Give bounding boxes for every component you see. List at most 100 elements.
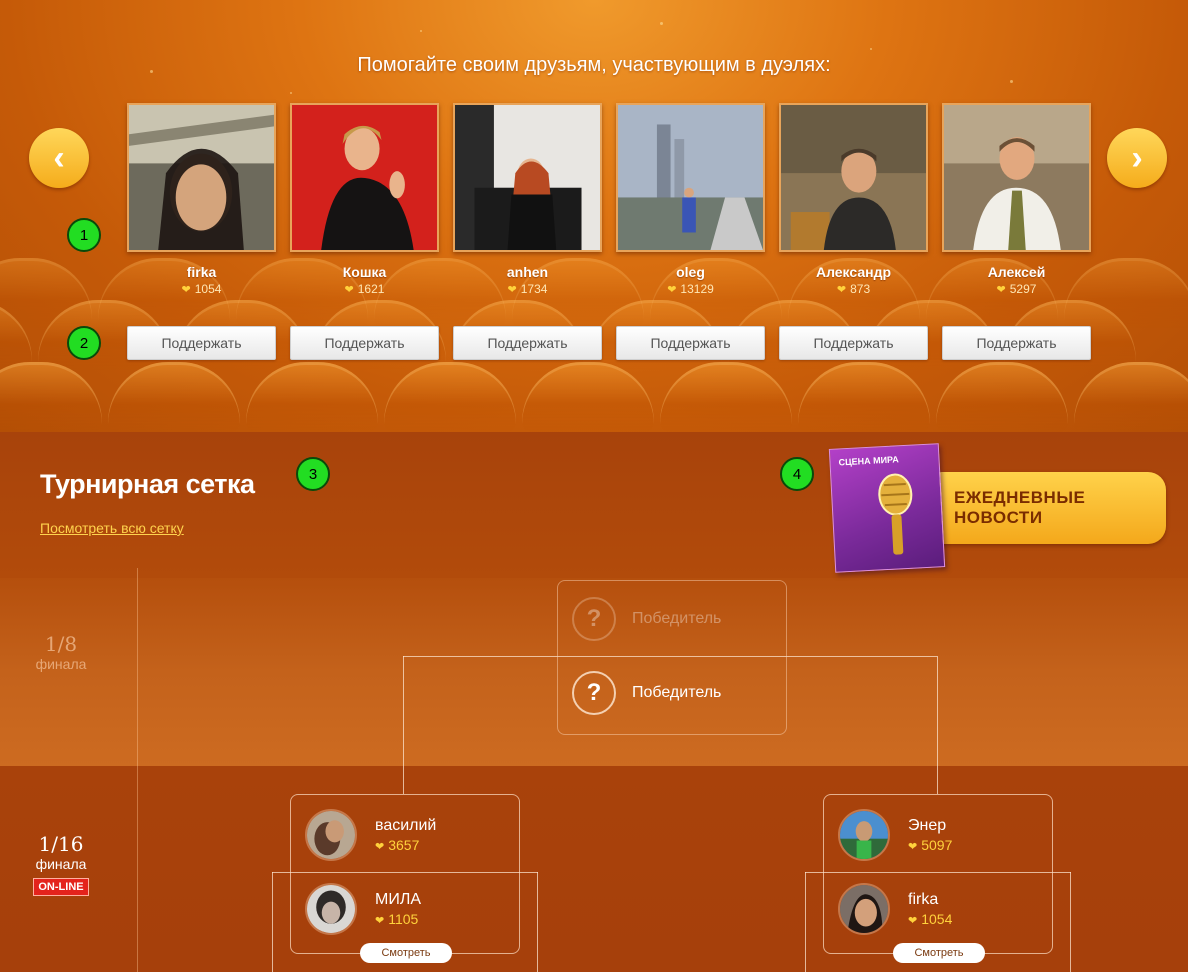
friend-card: Кошка ❤ 1621 — [290, 103, 439, 296]
player-score: 1054 — [921, 911, 953, 927]
match-box: Энер ❤ 5097 firka ❤ 1054 Смотреть — [823, 794, 1053, 963]
stage-word: финала — [35, 656, 87, 672]
friend-name: Кошка — [342, 264, 387, 280]
player-name: василий — [375, 817, 437, 834]
winner-label: Победитель — [632, 684, 722, 701]
stage-label-1-8: 1/8 финала — [13, 632, 109, 672]
bracket-line — [272, 872, 273, 972]
heart-icon: ❤ — [375, 841, 385, 853]
player-row[interactable]: МИЛА ❤ 1105 — [305, 883, 421, 935]
stage-word: финала — [35, 856, 87, 872]
player-avatar[interactable] — [838, 883, 890, 935]
support-button[interactable]: Поддержать — [616, 326, 765, 360]
match-box: василий ❤ 3657 МИЛА ❤ 1105 Смотреть — [290, 794, 520, 963]
magazine-title: СЦЕНА МИРА — [838, 454, 899, 468]
friend-photo[interactable] — [127, 103, 276, 252]
support-button[interactable]: Поддержать — [779, 326, 928, 360]
winner-slot: ? Победитель — [572, 597, 721, 641]
news-label-line1: ЕЖЕДНЕВНЫЕ — [954, 488, 1086, 507]
annotation-marker: 3 — [296, 457, 330, 491]
bracket-line — [937, 656, 938, 794]
player-score: 1105 — [388, 911, 419, 927]
heart-icon: ❤ — [344, 284, 354, 296]
friend-score: 13129 — [680, 282, 714, 296]
player-row[interactable]: Энер ❤ 5097 — [838, 809, 952, 861]
magazine-cover-image: СЦЕНА МИРА — [828, 443, 946, 573]
friend-score: 1734 — [520, 282, 548, 296]
support-button[interactable]: Поддержать — [290, 326, 439, 360]
sparkle — [660, 22, 663, 25]
friend-photo[interactable] — [779, 103, 928, 252]
heart-icon: ❤ — [181, 284, 191, 296]
annotation-marker: 4 — [780, 457, 814, 491]
friend-name: Алексей — [987, 264, 1046, 280]
player-name: Энер — [908, 817, 947, 834]
stage-label-1-16: 1/16 финала ON-LINE — [13, 832, 109, 896]
annotation-marker: 1 — [67, 218, 101, 252]
player-name: МИЛА — [375, 891, 421, 908]
online-badge: ON-LINE — [33, 878, 89, 896]
sparkle — [870, 48, 872, 50]
seat-row — [0, 362, 1188, 432]
player-name: firka — [908, 891, 939, 908]
heart-icon: ❤ — [375, 915, 385, 927]
friend-name: Александр — [815, 264, 892, 280]
heart-icon: ❤ — [667, 284, 677, 296]
friend-name: oleg — [676, 264, 705, 280]
friend-photo[interactable] — [453, 103, 602, 252]
friend-score: 1621 — [357, 282, 385, 296]
friend-card: oleg ❤ 13129 — [616, 103, 765, 296]
friends-list: firka ❤ 1054 Кошка ❤ 1621 anhen ❤ 1734 o… — [127, 103, 1091, 296]
bracket-line — [805, 872, 806, 972]
heart-icon: ❤ — [836, 284, 847, 296]
player-avatar[interactable] — [838, 809, 890, 861]
question-mark-icon: ? — [572, 671, 616, 715]
friend-score: 5297 — [1009, 282, 1037, 296]
friend-photo[interactable] — [616, 103, 765, 252]
heart-icon: ❤ — [507, 284, 517, 296]
heart-icon: ❤ — [908, 841, 918, 853]
chevron-right-icon: › — [1131, 138, 1143, 177]
bracket-line — [1070, 872, 1071, 972]
bracket-line — [537, 872, 538, 972]
stage-fraction: 1/16 — [38, 832, 84, 856]
player-avatar[interactable] — [305, 883, 357, 935]
daily-news-banner[interactable]: СЦЕНА МИРА ЕЖЕДНЕВНЫЕ НОВОСТИ — [828, 443, 1168, 573]
carousel-headline: Помогайте своим друзьям, участвующим в д… — [357, 54, 831, 76]
watch-match-button[interactable]: Смотреть — [893, 943, 985, 963]
carousel-prev-button[interactable]: ‹ — [29, 128, 89, 188]
friends-duel-carousel: Помогайте своим друзьям, участвующим в д… — [0, 0, 1188, 432]
news-label: ЕЖЕДНЕВНЫЕ НОВОСТИ — [954, 488, 1085, 528]
support-button[interactable]: Поддержать — [942, 326, 1091, 360]
sparkle — [290, 92, 292, 94]
annotation-marker: 2 — [67, 326, 101, 360]
friend-card: firka ❤ 1054 — [127, 103, 276, 296]
news-label-line2: НОВОСТИ — [954, 508, 1043, 527]
heart-icon: ❤ — [996, 284, 1006, 296]
final-winner-box: ? Победитель ? Победитель — [557, 580, 787, 735]
stage-fraction: 1/8 — [44, 632, 78, 656]
friend-score: 873 — [850, 282, 871, 296]
heart-icon: ❤ — [908, 915, 918, 927]
friend-photo[interactable] — [290, 103, 439, 252]
player-row[interactable]: василий ❤ 3657 — [305, 809, 436, 861]
tournament-title: Турнирная сетка — [40, 469, 255, 499]
view-full-bracket-link[interactable]: Посмотреть всю сетку — [40, 520, 184, 536]
player-avatar[interactable] — [305, 809, 357, 861]
winner-label: Победитель — [632, 610, 722, 627]
support-button[interactable]: Поддержать — [453, 326, 602, 360]
support-button[interactable]: Поддержать — [127, 326, 276, 360]
player-row[interactable]: firka ❤ 1054 — [838, 883, 952, 935]
winner-slot: ? Победитель — [572, 671, 721, 715]
carousel-next-button[interactable]: › — [1107, 128, 1167, 188]
question-mark-icon: ? — [572, 597, 616, 641]
friend-card: anhen ❤ 1734 — [453, 103, 602, 296]
player-score: 3657 — [388, 837, 420, 853]
stage-column-divider — [137, 568, 138, 972]
friend-card: Алексей ❤ 5297 — [942, 103, 1091, 296]
friend-name: anhen — [506, 264, 549, 280]
player-score: 5097 — [921, 837, 953, 853]
sparkle — [420, 30, 422, 32]
friend-photo[interactable] — [942, 103, 1091, 252]
watch-match-button[interactable]: Смотреть — [360, 943, 452, 963]
